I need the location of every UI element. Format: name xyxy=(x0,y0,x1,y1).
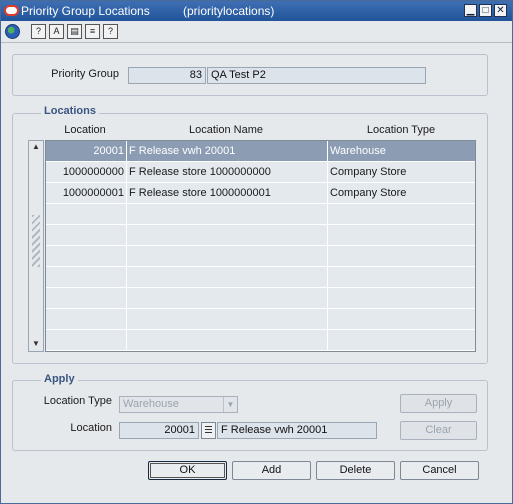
cell-location[interactable] xyxy=(46,246,127,267)
column-header-location[interactable]: Location xyxy=(45,124,125,136)
empty-table-row[interactable] xyxy=(46,309,475,330)
title-bar[interactable]: Priority Group Locations (prioritylocati… xyxy=(1,1,512,21)
apply-section-title: Apply xyxy=(41,373,78,385)
cell-location-type[interactable] xyxy=(328,288,475,309)
empty-table-row[interactable] xyxy=(46,288,475,309)
locations-vertical-scrollbar[interactable]: ▲ ▼ xyxy=(28,140,44,352)
cell-location[interactable] xyxy=(46,204,127,225)
help-icon[interactable]: ? xyxy=(31,24,46,39)
cell-location[interactable] xyxy=(46,225,127,246)
cell-location-type[interactable] xyxy=(328,309,475,330)
cell-location-type[interactable]: Company Store xyxy=(328,183,475,204)
location-label: Location xyxy=(70,422,112,434)
minimize-icon[interactable]: ▁ xyxy=(464,4,477,17)
cancel-button[interactable]: Cancel xyxy=(400,461,479,480)
spell-icon[interactable]: A xyxy=(49,24,64,39)
empty-table-row[interactable] xyxy=(46,204,475,225)
cell-location-name[interactable]: F Release vwh 20001 xyxy=(127,141,328,162)
table-row[interactable]: 1000000000 F Release store 1000000000 Comp… xyxy=(46,162,475,183)
empty-table-row[interactable] xyxy=(46,225,475,246)
close-icon[interactable]: ✕ xyxy=(494,4,507,17)
locations-section-title: Locations xyxy=(41,105,99,117)
cell-location[interactable] xyxy=(46,267,127,288)
toolbar-divider xyxy=(1,42,512,43)
notes-icon[interactable]: ≡ xyxy=(85,24,100,39)
cell-location-name[interactable] xyxy=(127,204,328,225)
table-row[interactable]: 20001 F Release vwh 20001 Warehouse xyxy=(46,141,475,162)
cell-location[interactable]: 20001 xyxy=(46,141,127,162)
priority-group-name-field: QA Test P2 xyxy=(207,67,426,84)
location-type-label: Location Type xyxy=(43,395,112,407)
ok-button[interactable]: OK xyxy=(148,461,227,480)
globe-icon[interactable] xyxy=(5,24,20,39)
oracle-logo-icon xyxy=(4,5,19,16)
column-header-location-name[interactable]: Location Name xyxy=(126,124,326,136)
cell-location-type[interactable] xyxy=(328,246,475,267)
cell-location-type[interactable] xyxy=(328,330,475,351)
priority-group-label: Priority Group xyxy=(51,68,119,80)
location-type-select[interactable]: Warehouse ▼ xyxy=(119,396,238,413)
apply-button[interactable]: Apply xyxy=(400,394,477,413)
cell-location-name[interactable]: F Release store 1000000001 xyxy=(127,183,328,204)
cell-location[interactable] xyxy=(46,330,127,351)
cell-location[interactable]: 1000000001 xyxy=(46,183,127,204)
cell-location-type[interactable] xyxy=(328,225,475,246)
toolbar: ? A ▤ ≡ ? xyxy=(1,22,512,42)
cell-location-name[interactable] xyxy=(127,330,328,351)
scroll-down-icon[interactable]: ▼ xyxy=(31,339,41,349)
chevron-down-icon[interactable]: ▼ xyxy=(223,397,237,412)
cell-location-name[interactable] xyxy=(127,225,328,246)
table-row[interactable]: 1000000001 F Release store 1000000001 Comp… xyxy=(46,183,475,204)
cell-location[interactable] xyxy=(46,309,127,330)
maximize-icon[interactable]: □ xyxy=(479,4,492,17)
add-button[interactable]: Add xyxy=(232,461,311,480)
window-title: Priority Group Locations xyxy=(21,4,150,18)
cell-location-name[interactable] xyxy=(127,309,328,330)
apply-panel xyxy=(12,380,488,451)
context-help-icon[interactable]: ? xyxy=(103,24,118,39)
cell-location-type[interactable]: Company Store xyxy=(328,162,475,183)
window-subtitle: (prioritylocations) xyxy=(183,4,275,18)
cell-location-name[interactable]: F Release store 1000000000 xyxy=(127,162,328,183)
list-of-values-icon[interactable] xyxy=(201,422,216,439)
empty-table-row[interactable] xyxy=(46,330,475,351)
location-type-value: Warehouse xyxy=(123,398,179,410)
empty-table-row[interactable] xyxy=(46,246,475,267)
cell-location-type[interactable]: Warehouse xyxy=(328,141,475,162)
column-header-location-type[interactable]: Location Type xyxy=(327,124,475,136)
cell-location-type[interactable] xyxy=(328,204,475,225)
delete-button[interactable]: Delete xyxy=(316,461,395,480)
scroll-up-icon[interactable]: ▲ xyxy=(31,142,41,152)
priority-group-id-field: 83 xyxy=(128,67,206,84)
location-name-field: F Release vwh 20001 xyxy=(217,422,377,439)
empty-table-row[interactable] xyxy=(46,267,475,288)
priority-group-locations-window: Priority Group Locations (prioritylocati… xyxy=(0,0,513,504)
cell-location[interactable]: 1000000000 xyxy=(46,162,127,183)
cell-location-name[interactable] xyxy=(127,288,328,309)
cell-location-type[interactable] xyxy=(328,267,475,288)
cell-location-name[interactable] xyxy=(127,267,328,288)
clear-button[interactable]: Clear xyxy=(400,421,477,440)
location-id-field[interactable]: 20001 xyxy=(119,422,199,439)
locations-table: 20001 F Release vwh 20001 Warehouse 1000000… xyxy=(45,140,476,352)
scroll-grip[interactable] xyxy=(32,215,40,267)
calculator-icon[interactable]: ▤ xyxy=(67,24,82,39)
cell-location-name[interactable] xyxy=(127,246,328,267)
cell-location[interactable] xyxy=(46,288,127,309)
